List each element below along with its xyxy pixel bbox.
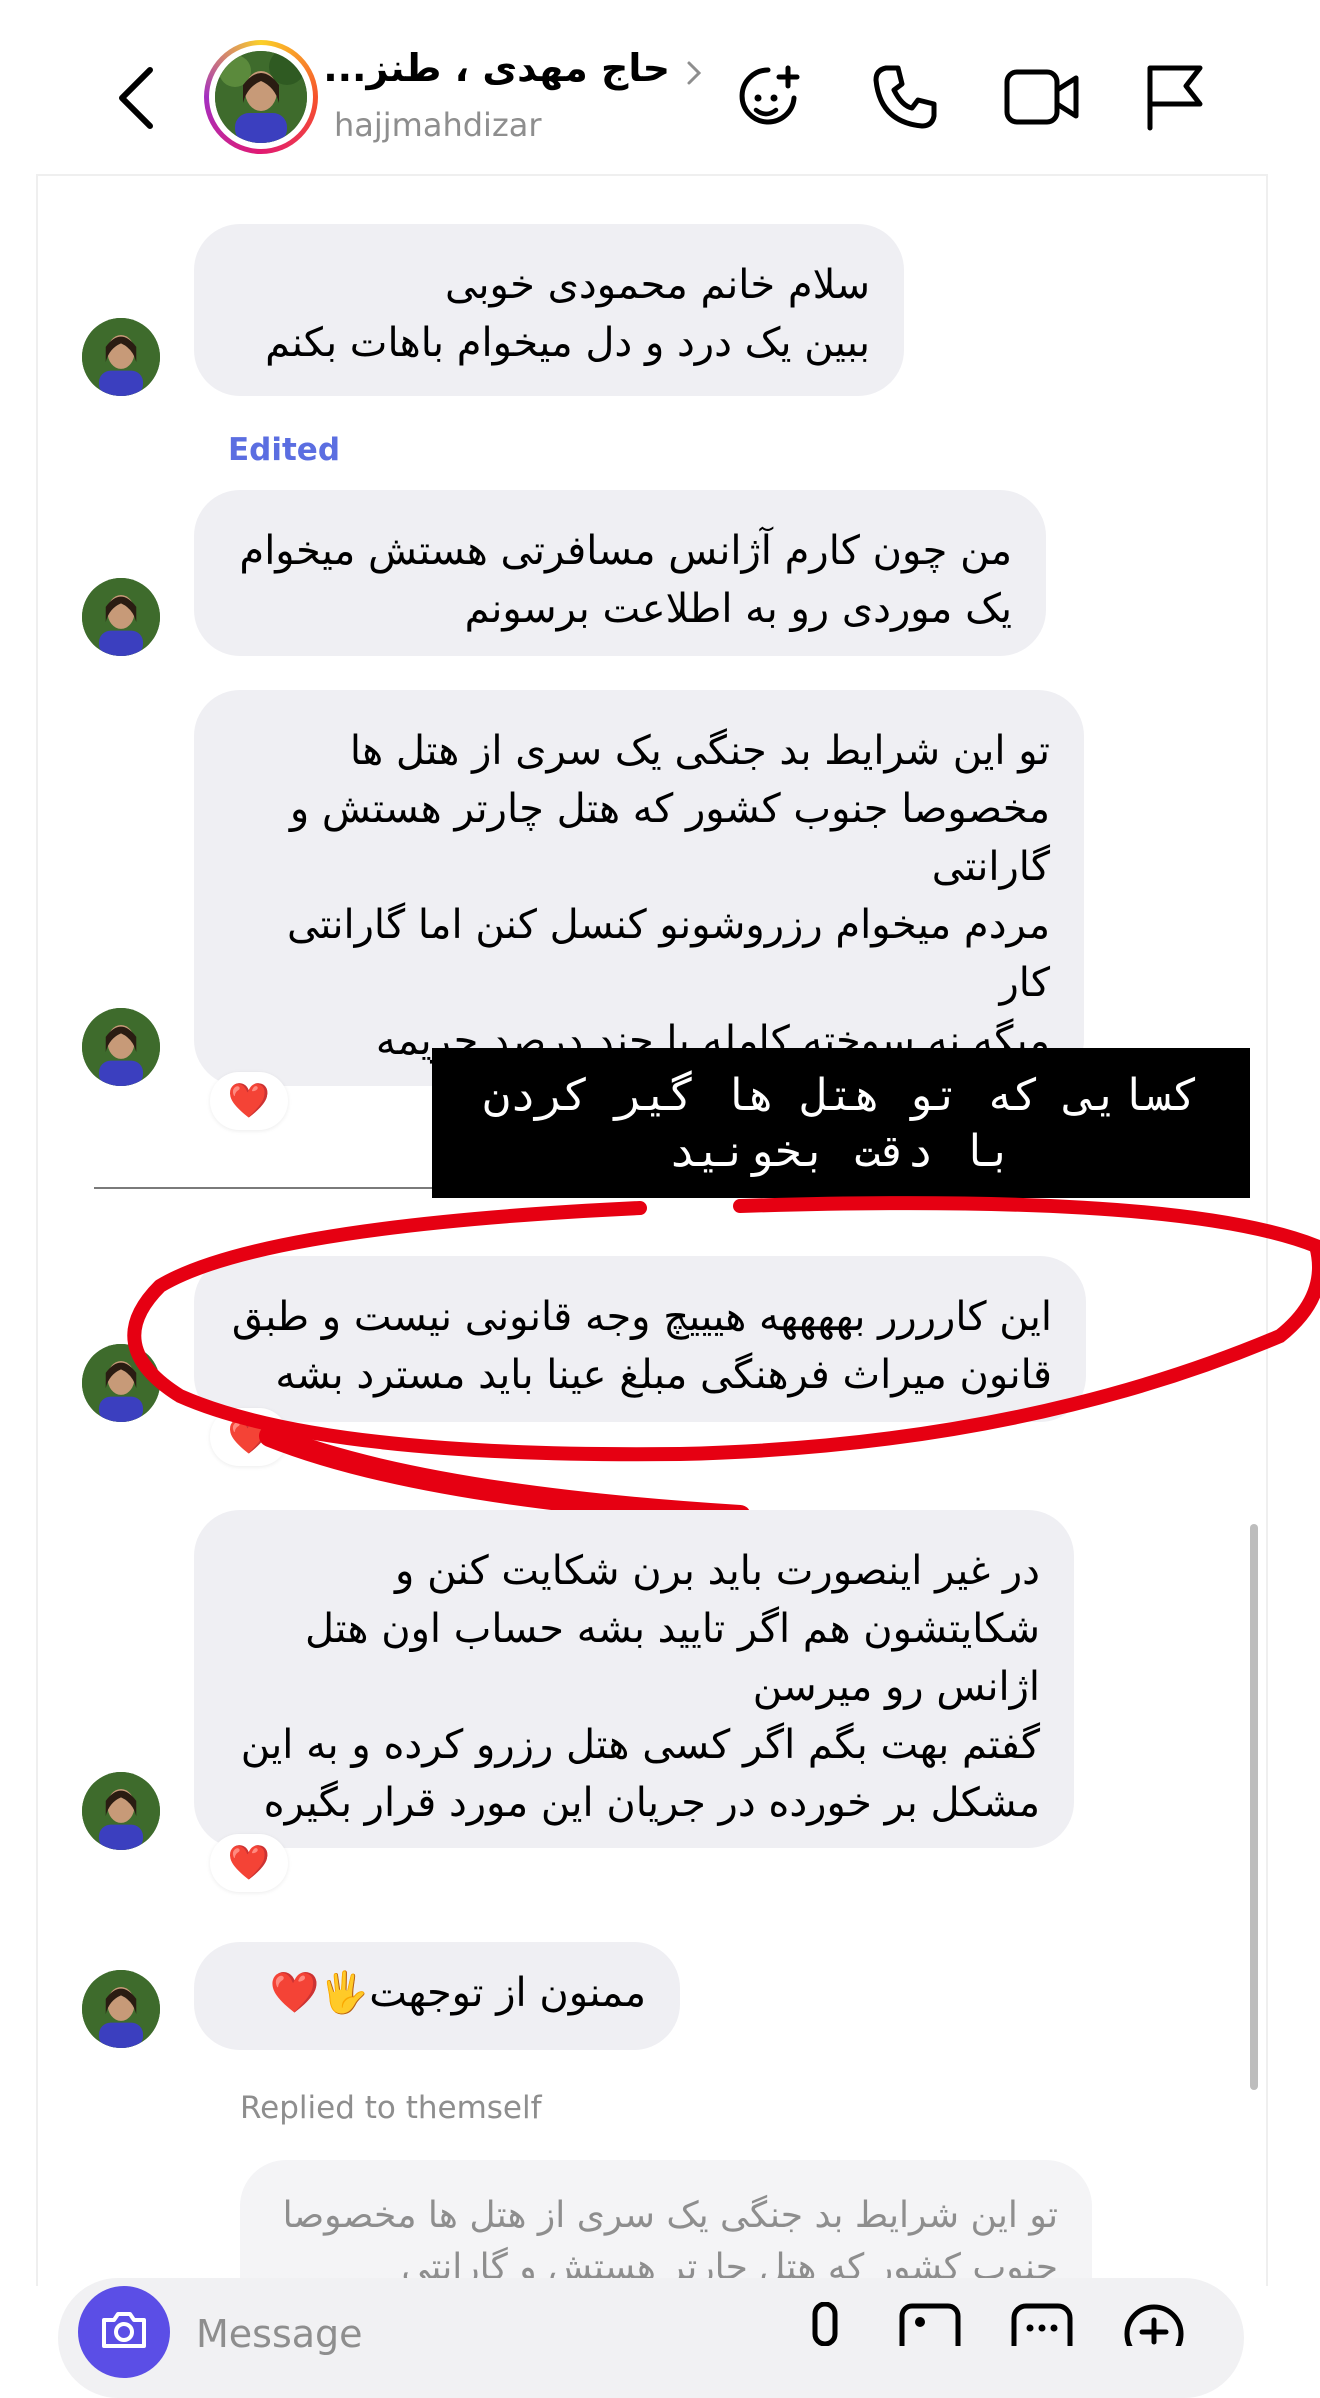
edited-label: Edited	[228, 432, 341, 468]
profile-story-ring[interactable]	[204, 40, 318, 154]
header-username: hajjmahdizar	[334, 106, 542, 144]
header-divider	[36, 174, 1268, 176]
overlay-caption: کسایی که تو هتل ها گیر کردن با دقت بخونی…	[432, 1048, 1250, 1198]
sender-avatar[interactable]	[82, 1970, 160, 2048]
microphone-icon[interactable]	[798, 2302, 852, 2346]
thread-border-left	[36, 176, 38, 2286]
message-bubble[interactable]: تو این شرایط بد جنگی یک سری از هتل ها مخ…	[194, 690, 1084, 1122]
sender-avatar[interactable]	[82, 1008, 160, 1086]
message-bubble[interactable]: سلام خانم محمودی خوبی ببین یک درد و دل م…	[194, 224, 904, 396]
message-input[interactable]: Message	[196, 2312, 363, 2356]
replied-label: Replied to themself	[240, 2090, 542, 2126]
chevron-right-icon[interactable]	[684, 58, 704, 88]
sticker-icon[interactable]	[1010, 2302, 1074, 2346]
sender-avatar[interactable]	[82, 578, 160, 656]
message-text: سلام خانم محمودی خوبی ببین یک درد و دل م…	[265, 262, 870, 366]
phone-icon[interactable]	[872, 62, 940, 130]
profile-avatar	[215, 51, 307, 143]
video-icon[interactable]	[1004, 66, 1080, 128]
message-text: ممنون از توجهت🖐️❤️	[269, 1970, 646, 2016]
effects-icon[interactable]	[734, 60, 804, 132]
camera-icon	[100, 2310, 148, 2350]
camera-button[interactable]	[78, 2286, 170, 2378]
gallery-icon[interactable]	[898, 2302, 962, 2346]
flag-icon[interactable]	[1144, 62, 1206, 132]
message-text: در غیر اینصورت باید برن شکایت کنن و شکای…	[240, 1548, 1040, 1826]
sender-avatar[interactable]	[82, 318, 160, 396]
heart-reaction[interactable]: ❤️	[210, 1072, 288, 1130]
header-display-name[interactable]: حاج مهدی ، طنز...	[323, 46, 670, 90]
message-text: من چون کارم آژانس مسافرتی هستش میخوام یک…	[239, 528, 1012, 632]
scrollbar[interactable]	[1250, 1524, 1258, 2090]
message-bubble[interactable]: ممنون از توجهت🖐️❤️	[194, 1942, 680, 2050]
unread-divider	[94, 1187, 434, 1189]
plus-icon[interactable]	[1122, 2302, 1186, 2346]
heart-reaction[interactable]: ❤️	[210, 1834, 288, 1892]
message-bubble[interactable]: در غیر اینصورت باید برن شکایت کنن و شکای…	[194, 1510, 1074, 1848]
red-circle-annotation	[120, 1196, 1320, 1536]
message-bubble[interactable]: من چون کارم آژانس مسافرتی هستش میخوام یک…	[194, 490, 1046, 656]
back-chevron-icon[interactable]	[112, 62, 162, 134]
sender-avatar[interactable]	[82, 1772, 160, 1850]
